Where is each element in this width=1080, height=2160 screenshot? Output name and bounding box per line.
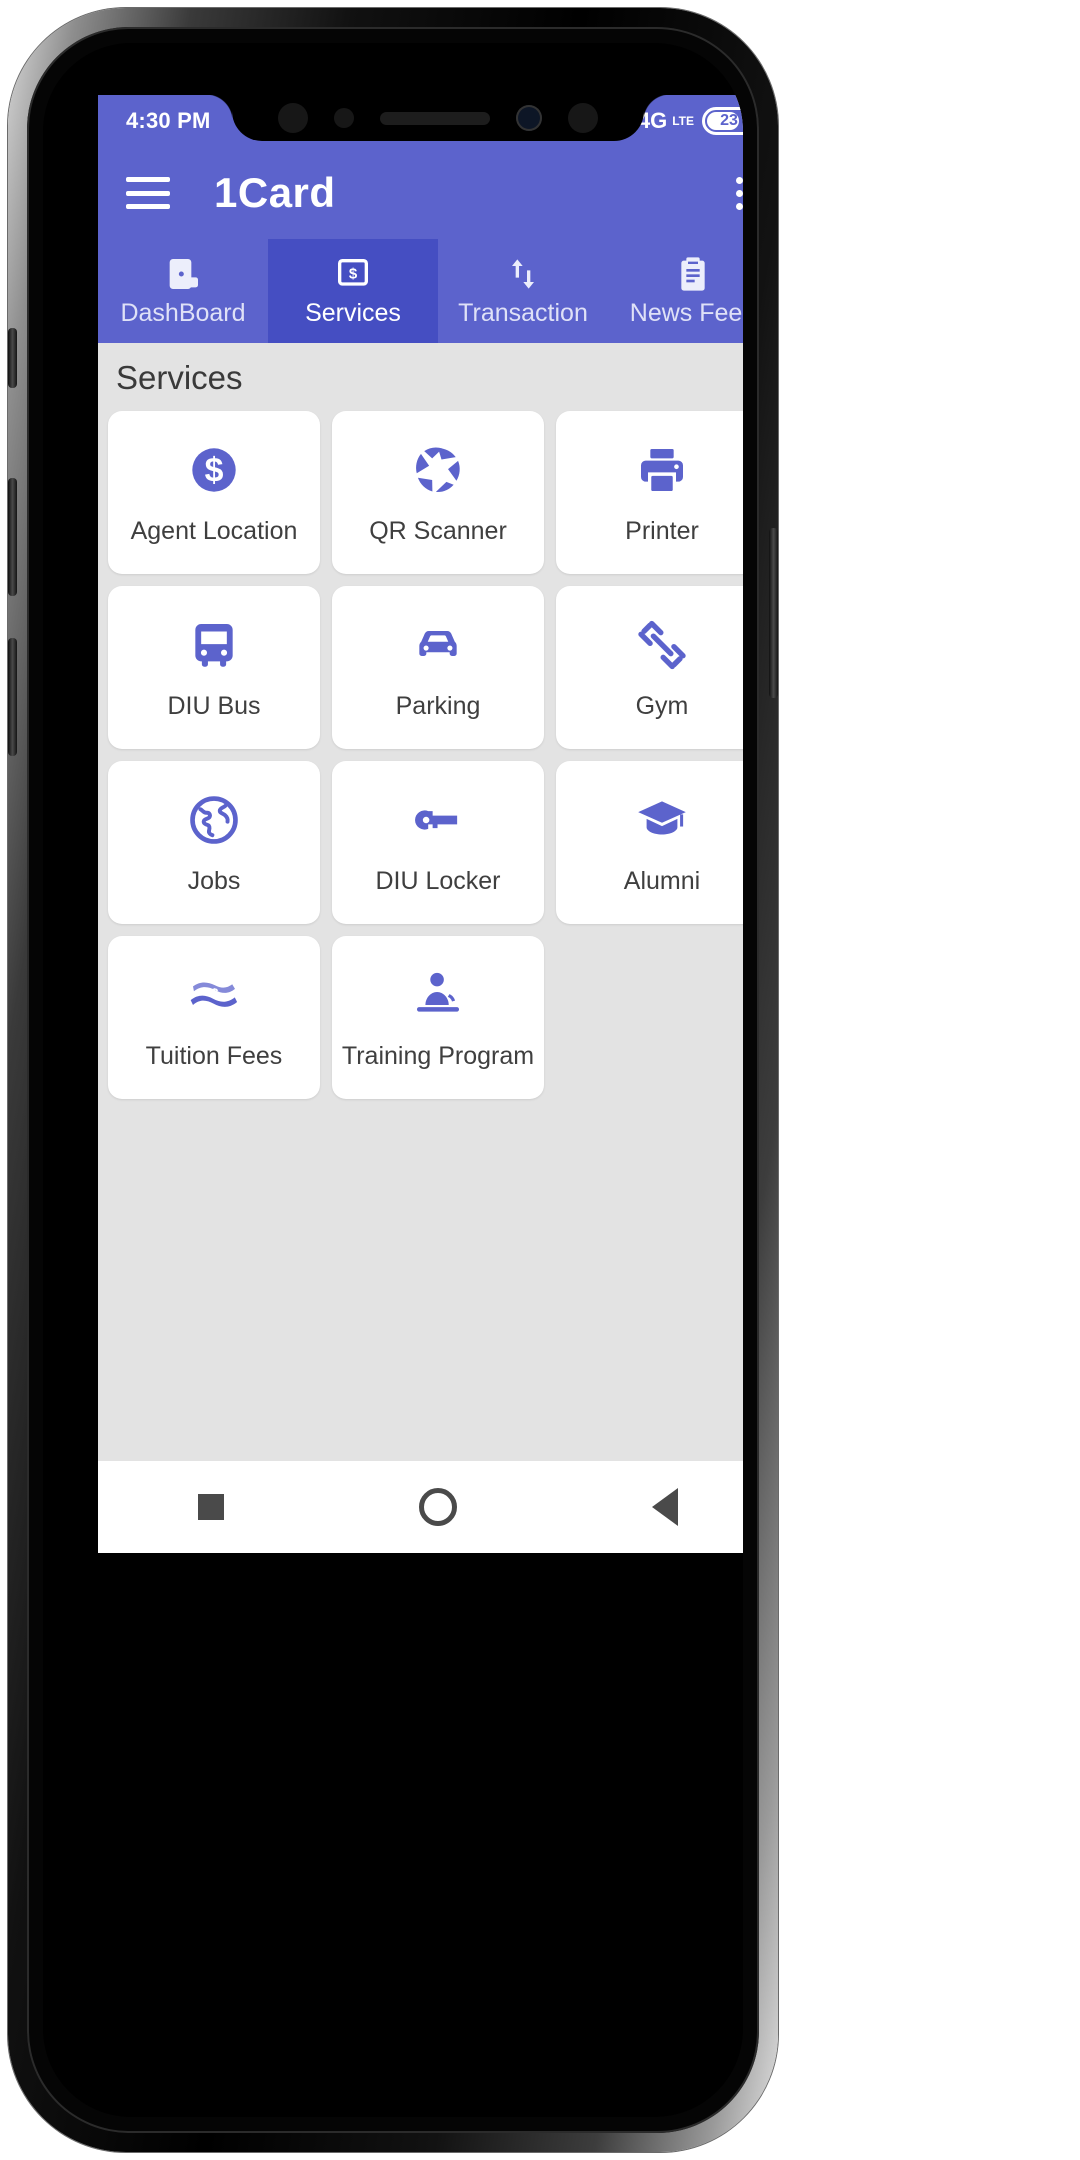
car-icon	[410, 614, 466, 676]
service-label: Parking	[395, 692, 481, 720]
front-camera-icon	[516, 105, 542, 131]
presenter-person-icon	[410, 964, 466, 1026]
clipboard-icon	[673, 254, 713, 294]
home-button[interactable]	[378, 1477, 498, 1537]
triangle-left-icon	[651, 1488, 678, 1526]
circle-icon	[418, 1488, 457, 1526]
service-label: Jobs	[187, 867, 241, 895]
phone-frame-inner: 4:30 PM 4G LTE 23	[43, 43, 743, 2117]
status-time: 4:30 PM	[126, 108, 211, 133]
dollar-circle-icon: $	[186, 439, 242, 501]
more-vertical-icon[interactable]	[734, 176, 743, 210]
bus-icon	[186, 614, 242, 676]
display-notch	[206, 95, 670, 141]
svg-text:$: $	[349, 265, 358, 282]
sensor-dot-2-icon	[568, 103, 598, 133]
network-sub-label: LTE	[672, 114, 694, 128]
services-content: Services $ Agent Location QR Scanner Pri…	[98, 343, 743, 1553]
service-card-agent-location[interactable]: $ Agent Location	[108, 411, 320, 574]
service-label: Agent Location	[130, 517, 298, 545]
service-card-diu-bus[interactable]: DIU Bus	[108, 586, 320, 749]
status-bar: 4:30 PM 4G LTE 23	[98, 95, 743, 147]
service-label: Printer	[625, 517, 699, 545]
service-label: Tuition Fees	[145, 1042, 283, 1070]
phone-frame-mid: 4:30 PM 4G LTE 23	[27, 27, 759, 2133]
service-label: Gym	[635, 692, 689, 720]
hamburger-menu-icon[interactable]	[126, 177, 170, 209]
phone-frame-outer: 4:30 PM 4G LTE 23	[8, 8, 778, 2152]
app-bar: 1Card	[98, 147, 743, 239]
services-grid: $ Agent Location QR Scanner Printer DIU …	[98, 411, 743, 1099]
screenshot-stage: 4:30 PM 4G LTE 23	[0, 0, 1080, 2160]
volume-down-button[interactable]	[8, 638, 17, 756]
key-icon	[410, 789, 466, 851]
svg-text:$: $	[211, 986, 219, 1001]
tab-bar: DashBoard $ Services Transaction News Fe…	[98, 239, 743, 343]
battery-level-label: 23	[720, 112, 738, 129]
page-title: 1Card	[214, 169, 336, 216]
tab-dashboard[interactable]: DashBoard	[98, 239, 268, 343]
service-label: DIU Locker	[375, 867, 501, 895]
service-card-diu-locker[interactable]: DIU Locker	[332, 761, 544, 924]
tab-news-feed[interactable]: News Feed	[608, 239, 743, 343]
printer-icon	[634, 439, 690, 501]
battery-icon: 23	[702, 107, 743, 135]
volume-up-button[interactable]	[8, 478, 17, 596]
square-icon	[198, 1494, 225, 1520]
service-card-alumni[interactable]: Alumni	[556, 761, 743, 924]
recent-apps-button[interactable]	[151, 1477, 271, 1537]
service-card-jobs[interactable]: Jobs	[108, 761, 320, 924]
service-label: DIU Bus	[167, 692, 261, 720]
phone-screen: 4:30 PM 4G LTE 23	[98, 95, 743, 1553]
tab-dashboard-label: DashBoard	[120, 299, 246, 327]
tab-transaction[interactable]: Transaction	[438, 239, 608, 343]
service-card-training-program[interactable]: Training Program	[332, 936, 544, 1099]
dumbbell-icon	[634, 614, 690, 676]
mute-switch-button[interactable]	[8, 328, 17, 388]
service-card-parking[interactable]: Parking	[332, 586, 544, 749]
graduation-cap-icon	[634, 789, 690, 851]
card-wallet-icon	[163, 254, 203, 294]
tab-transaction-label: Transaction	[458, 299, 588, 327]
money-bills-icon: $	[186, 964, 242, 1026]
globe-icon	[186, 789, 242, 851]
service-label: Training Program	[341, 1042, 535, 1070]
sensor-dot-icon	[278, 103, 308, 133]
service-card-printer[interactable]: Printer	[556, 411, 743, 574]
service-label: QR Scanner	[369, 517, 507, 545]
tab-news-feed-label: News Feed	[629, 299, 743, 327]
money-card-icon: $	[333, 254, 373, 294]
service-card-tuition-fees[interactable]: $ Tuition Fees	[108, 936, 320, 1099]
service-label: Alumni	[623, 867, 701, 895]
tab-services-label: Services	[305, 299, 401, 327]
proximity-sensor-icon	[334, 108, 354, 128]
earpiece-speaker	[380, 111, 490, 125]
android-nav-bar	[98, 1461, 743, 1553]
service-card-gym[interactable]: Gym	[556, 586, 743, 749]
tab-services[interactable]: $ Services	[268, 239, 438, 343]
service-card-qr-scanner[interactable]: QR Scanner	[332, 411, 544, 574]
back-button[interactable]	[605, 1477, 725, 1537]
camera-aperture-icon	[410, 439, 466, 501]
power-button[interactable]	[769, 528, 778, 698]
svg-text:$: $	[205, 452, 224, 490]
transfer-arrows-icon	[503, 254, 543, 294]
section-title: Services	[116, 359, 243, 396]
